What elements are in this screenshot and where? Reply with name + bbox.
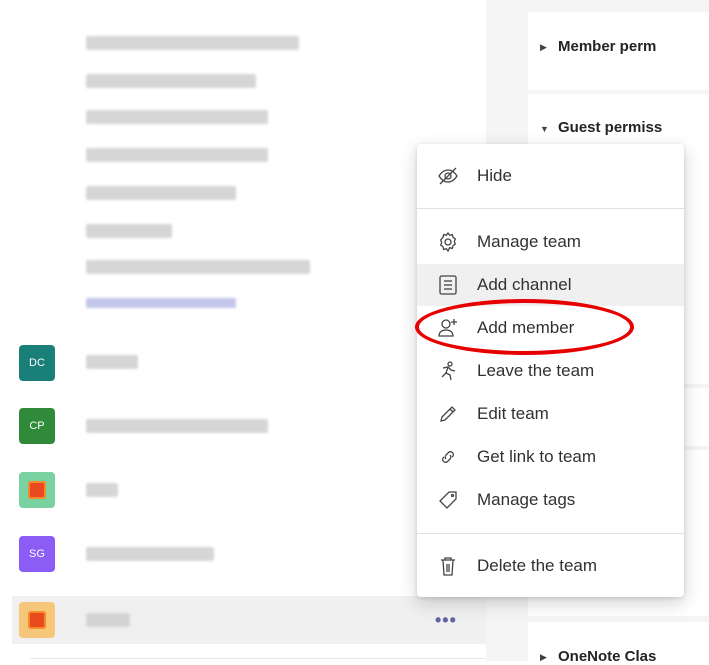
- channel-item[interactable]: [86, 110, 268, 124]
- team-avatar: SG: [19, 536, 55, 572]
- menu-item-add-channel[interactable]: Add channel: [417, 264, 684, 306]
- channel-item[interactable]: [86, 186, 236, 200]
- menu-item-add-member[interactable]: Add member: [417, 307, 684, 349]
- section-title: OneNote Clas: [558, 648, 657, 665]
- menu-item-label: Leave the team: [477, 361, 595, 380]
- teams-list-panel: DC CP SG •••: [0, 0, 486, 661]
- menu-separator: [417, 208, 684, 209]
- section-title: Member perm: [558, 38, 657, 55]
- menu-separator: [417, 533, 684, 534]
- menu-item-leave-team[interactable]: Leave the team: [417, 350, 684, 392]
- team-name: [86, 483, 118, 497]
- channel-item[interactable]: [86, 74, 256, 88]
- menu-item-hide[interactable]: Hide: [417, 155, 684, 197]
- menu-item-label: Edit team: [477, 404, 549, 423]
- menu-item-label: Get link to team: [477, 447, 597, 466]
- pencil-icon: [437, 403, 459, 425]
- link-icon: [437, 446, 459, 468]
- channel-item[interactable]: [86, 260, 310, 274]
- onenote-section[interactable]: ▶ OneNote Clas: [528, 622, 709, 665]
- menu-item-label: Manage tags: [477, 490, 576, 509]
- team-name: [86, 547, 214, 561]
- team-name: [86, 355, 138, 369]
- see-all-channels-link[interactable]: [86, 298, 236, 308]
- caret-right-icon: ▶: [540, 652, 547, 662]
- eye-slash-icon: [437, 165, 459, 187]
- team-name: [86, 419, 268, 433]
- team-avatar: CP: [19, 408, 55, 444]
- menu-item-edit-team[interactable]: Edit team: [417, 393, 684, 435]
- channel-icon: [437, 274, 459, 296]
- add-person-icon: [437, 317, 459, 339]
- team-avatar: [19, 602, 55, 638]
- channel-item[interactable]: [86, 36, 299, 50]
- more-options-button[interactable]: •••: [435, 611, 457, 629]
- channel-item[interactable]: [86, 148, 268, 162]
- menu-item-label: Delete the team: [477, 556, 598, 575]
- gear-icon: [437, 231, 459, 253]
- running-person-icon: [437, 360, 459, 382]
- divider: [30, 658, 486, 659]
- menu-item-label: Hide: [477, 166, 512, 185]
- menu-item-delete-team[interactable]: Delete the team: [417, 545, 684, 587]
- menu-item-label: Add channel: [477, 275, 572, 294]
- tag-icon: [437, 489, 459, 511]
- caret-down-icon: ▼: [540, 124, 549, 134]
- menu-item-label: Manage team: [477, 232, 581, 251]
- menu-item-label: Add member: [477, 318, 575, 337]
- menu-item-get-link[interactable]: Get link to team: [417, 436, 684, 478]
- team-row-selected[interactable]: [12, 596, 486, 644]
- team-avatar: [19, 472, 55, 508]
- section-title: Guest permiss: [558, 119, 663, 136]
- team-name: [86, 613, 130, 627]
- menu-item-manage-tags[interactable]: Manage tags: [417, 479, 684, 521]
- channel-item[interactable]: [86, 224, 172, 238]
- menu-item-manage-team[interactable]: Manage team: [417, 221, 684, 263]
- member-permissions-section[interactable]: ▶ Member perm: [528, 12, 709, 90]
- trash-icon: [437, 555, 459, 577]
- caret-right-icon: ▶: [540, 42, 547, 52]
- team-context-menu: Hide Manage team Add channel Add member …: [417, 144, 684, 597]
- team-avatar: DC: [19, 345, 55, 381]
